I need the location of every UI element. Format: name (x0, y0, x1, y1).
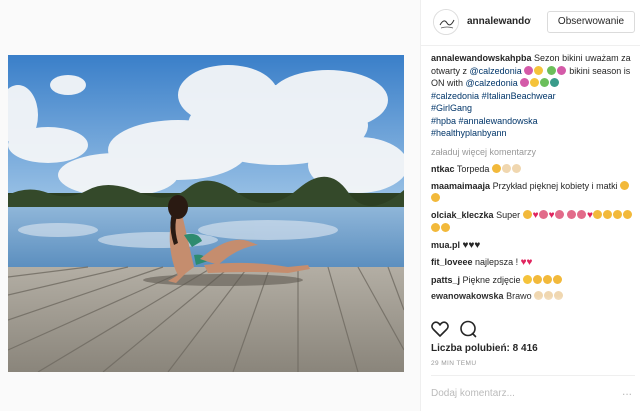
grin-emoji-icon (441, 223, 450, 232)
kiss-emoji-icon (577, 209, 587, 219)
post-timestamp[interactable]: 29 MIN TEMU (431, 360, 476, 367)
follow-button[interactable]: Obserwowanie (547, 11, 635, 33)
post-card: annalewandow Obserwowanie annalewandowsk… (0, 0, 640, 411)
heart-emoji-icon: ♥ (548, 209, 555, 221)
heart-eyes-emoji-icon (522, 209, 532, 219)
hashtag[interactable]: #healthyplanbyann (431, 128, 507, 138)
comment-username[interactable]: maamaimaaja (431, 181, 490, 191)
comment-text: Przykład pięknej kobiety i matki (492, 180, 618, 191)
post-sidebar: annalewandow Obserwowanie annalewandowsk… (420, 0, 640, 411)
comment-text: najlepsza ! (475, 257, 519, 267)
comment-username[interactable]: fit_loveee (431, 257, 473, 267)
comment-item: olciak_kleczka Super ♥ ♥ ♥ (431, 209, 635, 235)
heart-eyes-emoji-icon (553, 274, 563, 284)
hashtag[interactable]: #ItalianBeachwear (482, 91, 556, 101)
muscle-emoji-icon (501, 164, 511, 173)
hashtag[interactable]: #hpba (431, 116, 456, 126)
comment-item: maamaimaaja Przykład pięknej kobiety i m… (431, 180, 635, 205)
likes-count[interactable]: Liczba polubień: 8 416 (431, 343, 538, 354)
kiss-emoji-icon (538, 209, 548, 219)
hashtag[interactable]: #calzedonia (431, 91, 479, 101)
comment-item: mua.pl ♥♥♥ (431, 239, 635, 253)
palm-emoji-icon (546, 65, 556, 75)
header-username[interactable]: annalewandow (467, 16, 531, 27)
comment-username[interactable]: patts_j (431, 275, 460, 285)
post-photo[interactable] (8, 55, 404, 372)
post-header: annalewandow Obserwowanie (421, 0, 640, 46)
speech-bubble-icon[interactable] (457, 318, 479, 340)
caption-mention-1[interactable]: @calzedonia (470, 66, 522, 76)
swimmer-emoji-icon (550, 78, 560, 87)
comment-username[interactable]: olciak_kleczka (431, 210, 494, 220)
bikini-emoji-icon (556, 65, 566, 75)
grin-emoji-icon (592, 209, 602, 219)
load-more-comments[interactable]: załaduj więcej komentarzy (431, 146, 635, 159)
divider (431, 375, 635, 376)
hashtag[interactable]: #annalewandowska (459, 116, 538, 126)
post-caption: annalewandowskahpba Sezon bikini uważam … (431, 52, 635, 140)
comment-username[interactable]: ntkac (431, 164, 455, 174)
caption-username[interactable]: annalewandowskahpba (431, 53, 532, 63)
heart-outline-icon[interactable] (429, 318, 451, 340)
heart-eyes-emoji-icon (533, 274, 543, 284)
comment-text: Torpeda (456, 164, 490, 174)
heart-eyes-emoji-icon (543, 274, 553, 284)
grin-emoji-icon (602, 209, 612, 219)
hashtag[interactable]: #GirlGang (431, 103, 472, 113)
heart-emoji-icon: ♥ (526, 257, 533, 268)
muscle-emoji-icon (511, 164, 521, 173)
smile-emoji-icon (491, 164, 501, 173)
black-heart-emoji-icon: ♥♥♥ (462, 239, 481, 251)
comment-item: fit_loveee najlepsza ! ♥♥ (431, 256, 635, 270)
comments-fade (431, 296, 635, 314)
comment-item: ntkac Torpeda (431, 163, 635, 176)
grin-emoji-icon (622, 209, 632, 219)
sun-emoji-icon (523, 274, 533, 284)
sun-emoji-icon (530, 78, 540, 87)
bikini-emoji-icon (524, 65, 534, 75)
grin-emoji-icon (612, 209, 622, 219)
kiss-emoji-icon (567, 209, 577, 219)
action-bar (429, 318, 629, 340)
sun-emoji-icon (534, 65, 544, 75)
palm-emoji-icon (540, 78, 550, 87)
comment-text: Super (496, 209, 521, 220)
comment-text: Piękne zdjęcie (462, 274, 521, 285)
heart-eyes-emoji-icon (431, 193, 440, 202)
more-options-icon[interactable]: ... (619, 385, 635, 400)
caption-mention-2[interactable]: @calzedonia (466, 78, 518, 88)
comment-item: patts_j Piękne zdjęcie (431, 274, 635, 287)
avatar[interactable] (433, 9, 459, 35)
comment-username[interactable]: mua.pl (431, 240, 460, 250)
grin-emoji-icon (431, 223, 440, 232)
bikini-emoji-icon (520, 78, 530, 87)
kiss-emoji-icon (554, 209, 564, 219)
comments-section: annalewandowskahpba Sezon bikini uważam … (431, 52, 635, 314)
photo-image (8, 55, 404, 372)
heart-emoji-icon: ♥ (532, 209, 539, 221)
avatar-logo-icon (434, 10, 458, 34)
heart-eyes-emoji-icon (620, 180, 630, 190)
add-comment-input[interactable] (431, 386, 611, 400)
